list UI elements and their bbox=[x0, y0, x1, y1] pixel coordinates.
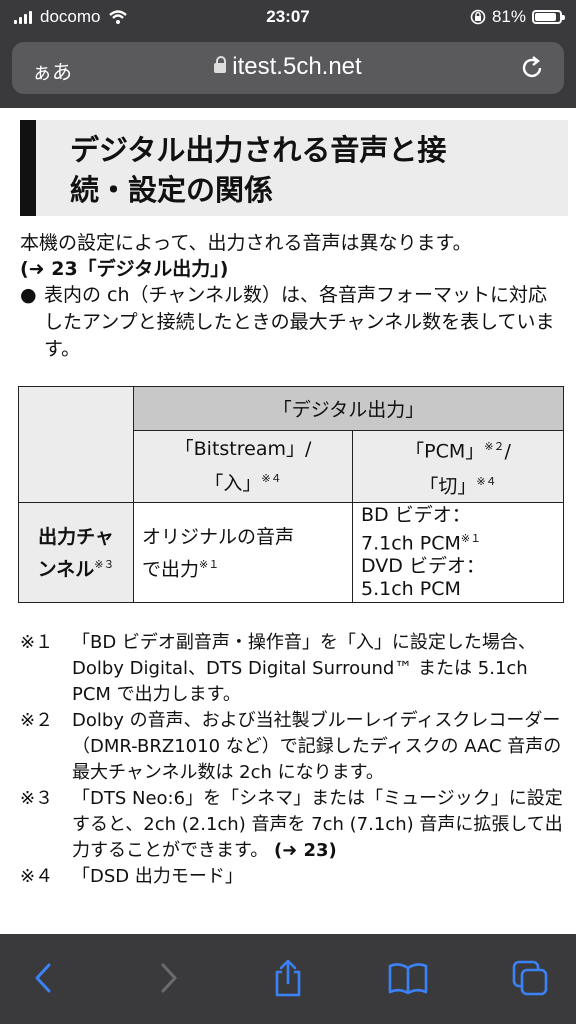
host-text: itest.5ch.net bbox=[232, 53, 362, 80]
table-corner bbox=[18, 386, 134, 503]
title-line-1: デジタル出力される音声と接 bbox=[70, 133, 447, 167]
browser-toolbar bbox=[0, 934, 576, 1024]
col-pcm: 「PCM」※２/ 「切」※４ bbox=[352, 430, 564, 503]
tabs-button[interactable] bbox=[508, 956, 552, 1000]
bullet-text: 表内の ch（チャンネル数）は、各音声フォーマットに対応したアンプと接続したとき… bbox=[44, 284, 555, 360]
share-button[interactable] bbox=[266, 956, 310, 1000]
footnote-4: ※４ 「DSD 出力モード」 bbox=[20, 866, 243, 887]
battery-icon bbox=[532, 10, 565, 24]
section-title: デジタル出力される音声と接 続・設定の関係 bbox=[70, 130, 550, 210]
page-content: デジタル出力される音声と接 続・設定の関係 本機の設定によって、出力される音声は… bbox=[0, 108, 576, 934]
table-header: 「デジタル出力」 bbox=[133, 386, 564, 431]
heading-accent bbox=[20, 120, 36, 216]
row-label-channels: 出力チャ ンネル※３ bbox=[18, 501, 134, 604]
col-bitstream: 「Bitstream」/ 「入」※４ bbox=[133, 430, 353, 503]
bookmarks-button[interactable] bbox=[386, 956, 430, 1000]
footnote-2: ※２ Dolby の音声、および当社製ブルーレイディスクレコーダー（DMR-BR… bbox=[20, 710, 562, 783]
back-button[interactable] bbox=[22, 956, 66, 1000]
status-bar: docomo 23:07 81% bbox=[0, 0, 576, 36]
intro-text: 本機の設定によって、出力される音声は異なります。 (➜ 23「デジタル出力」) bbox=[20, 230, 472, 282]
address-host[interactable]: itest.5ch.net bbox=[12, 53, 564, 81]
intro-reference: (➜ 23「デジタル出力」) bbox=[20, 258, 229, 280]
footnote-1: ※１ 「BD ビデオ副音声・操作音」を「入」に設定した場合、Dolby Digi… bbox=[20, 632, 536, 705]
address-bar[interactable]: ぁあ itest.5ch.net bbox=[12, 42, 564, 94]
status-right: 81% bbox=[470, 7, 565, 27]
title-line-2: 続・設定の関係 bbox=[70, 173, 274, 207]
chevron-left-icon bbox=[35, 963, 51, 993]
intro-line-1: 本機の設定によって、出力される音声は異なります。 bbox=[20, 232, 472, 254]
book-icon bbox=[388, 963, 428, 995]
section-heading: デジタル出力される音声と接 続・設定の関係 bbox=[20, 120, 568, 216]
forward-button[interactable] bbox=[146, 956, 190, 1000]
browser-address-area: ぁあ itest.5ch.net bbox=[0, 36, 576, 108]
battery-percent: 81% bbox=[491, 7, 526, 26]
share-icon bbox=[275, 959, 301, 997]
footnotes: ※１ 「BD ビデオ副音声・操作音」を「入」に設定した場合、Dolby Digi… bbox=[20, 630, 568, 890]
tabs-icon bbox=[512, 960, 548, 996]
cell-bitstream-output: オリジナルの音声 で出力※１ bbox=[133, 501, 353, 604]
footnote-3: ※３ 「DTS Neo:6」を「シネマ」または「ミュージック」に設定すると、2c… bbox=[20, 788, 563, 861]
footnote-3-reference: (➜ 23) bbox=[273, 840, 337, 861]
cell-pcm-output: BD ビデオ： 7.1ch PCM※１ DVD ビデオ： 5.1ch PCM bbox=[352, 501, 564, 604]
bullet-note: ● 表内の ch（チャンネル数）は、各音声フォーマットに対応したアンプと接続した… bbox=[20, 282, 560, 363]
reload-icon[interactable] bbox=[518, 54, 546, 82]
chevron-right-icon bbox=[161, 963, 177, 993]
bullet-mark: ● bbox=[20, 284, 37, 306]
output-table: 「デジタル出力」 「Bitstream」/ 「入」※４ 「PCM」※２/ 「切」… bbox=[18, 386, 564, 604]
lock-icon bbox=[214, 56, 227, 73]
orientation-lock-icon bbox=[470, 9, 486, 25]
